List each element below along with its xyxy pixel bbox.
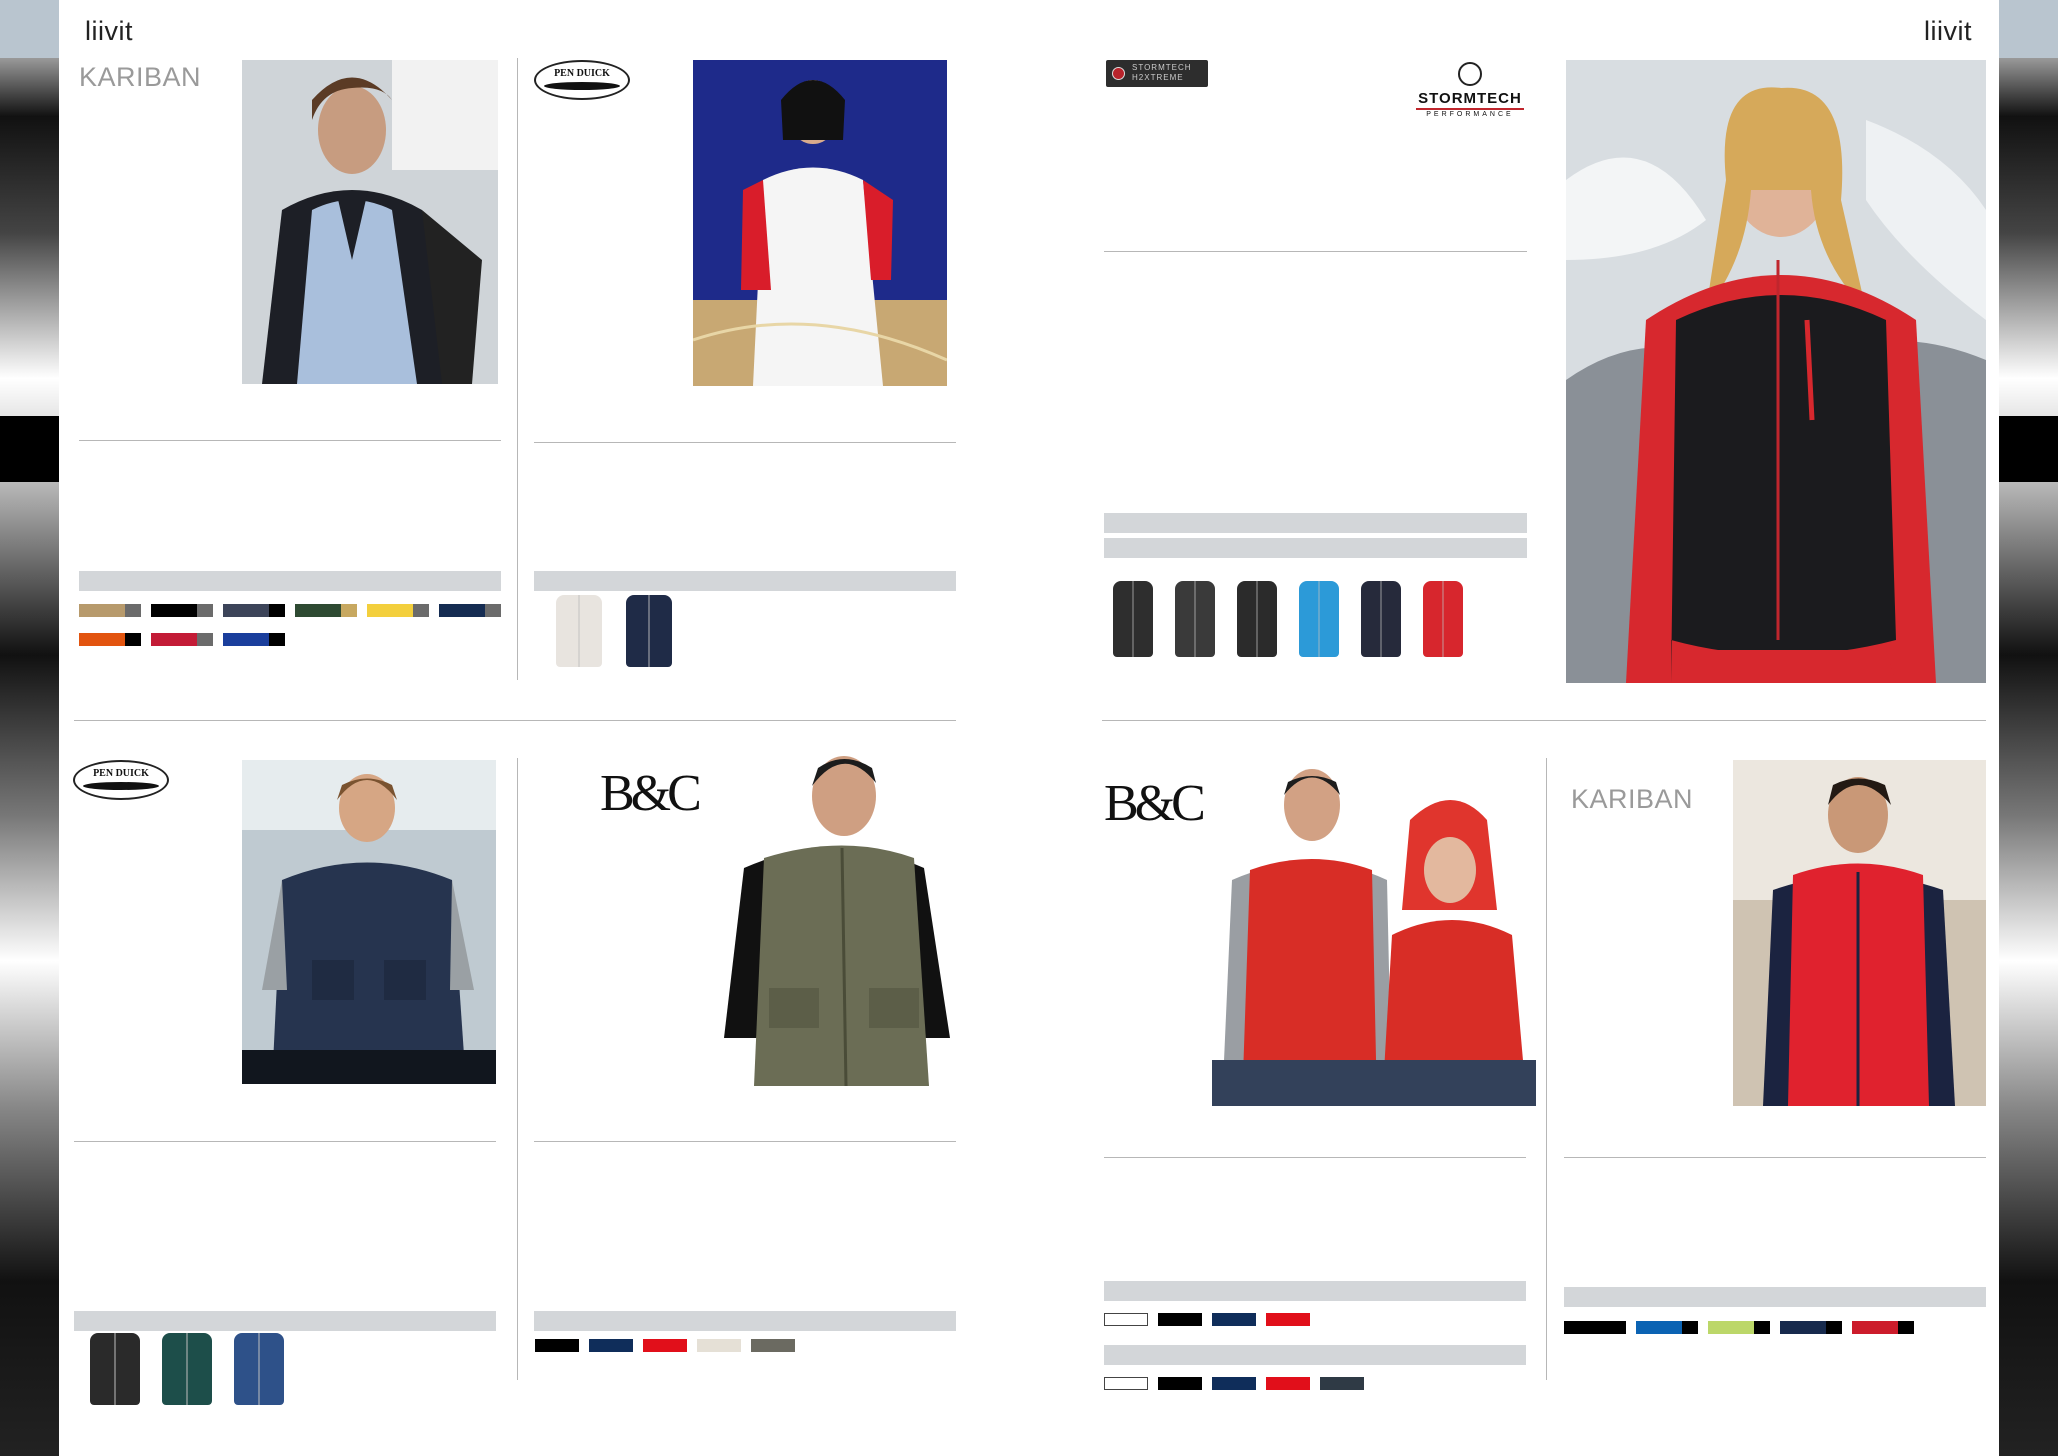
colour-swatch [79, 633, 141, 646]
left-chapter-tab [0, 0, 59, 58]
colour-swatch [367, 604, 429, 617]
stormtech-emblem-icon [1458, 62, 1482, 86]
kariban-colour-bar [79, 571, 501, 591]
left-page-edge-strip [0, 0, 59, 1456]
stormtech-colour-bar [1104, 538, 1527, 558]
colour-thumb [1423, 581, 1463, 657]
penduick2-text-divider [74, 1141, 496, 1142]
left-chapter-marker [0, 416, 59, 482]
divider-vertical-bottom-left [517, 758, 518, 1380]
pen-duick-logo: PEN DUICK [534, 60, 630, 100]
colour-swatch [1266, 1313, 1310, 1326]
divider-horizontal-left [74, 720, 956, 721]
divider-vertical-bottom-right [1546, 758, 1547, 1380]
stormtech-logo-sub: PERFORMANCE [1426, 111, 1514, 118]
kariban-vest-photo [242, 60, 498, 384]
colour-thumb [234, 1333, 284, 1405]
colour-swatch [1708, 1321, 1770, 1334]
kariban-logo-2: KARIBAN [1571, 784, 1694, 814]
stormtech-logo: STORMTECH PERFORMANCE [1416, 62, 1524, 118]
colour-swatch [151, 633, 213, 646]
stormtech-badge-icon [1112, 67, 1125, 80]
divider-horizontal-right [1102, 720, 1986, 721]
bc2-text-divider [1104, 1157, 1526, 1158]
colour-swatch [1852, 1321, 1914, 1334]
pen-duick-swoosh [544, 82, 620, 90]
penduick-text-divider [534, 442, 956, 443]
kariban-logo: KARIBAN [79, 62, 202, 92]
colour-thumb [1175, 581, 1215, 657]
colour-thumb [1361, 581, 1401, 657]
colour-swatch [1104, 1377, 1148, 1390]
colour-swatch [1158, 1313, 1202, 1326]
right-section-title: liivit [1924, 16, 1972, 46]
stormtech-size-bar [1104, 513, 1527, 533]
kariban-text-divider [79, 440, 501, 441]
pen-duick-swoosh-2 [83, 782, 159, 790]
kariban-red-puffer-photo [1733, 760, 1986, 1106]
kariban2-colour-bar [1564, 1287, 1986, 1307]
bc2-colour-bar-2 [1104, 1345, 1526, 1365]
colour-thumb [556, 595, 602, 667]
colour-swatch [697, 1339, 741, 1352]
colour-swatch [1104, 1313, 1148, 1326]
colour-swatch [589, 1339, 633, 1352]
right-chapter-marker [1999, 416, 2058, 482]
colour-swatch [1780, 1321, 1842, 1334]
bc-logo: B&C [600, 765, 702, 822]
colour-thumb [90, 1333, 140, 1405]
colour-thumb [1113, 581, 1153, 657]
left-section-title: liivit [85, 16, 133, 46]
colour-thumb [1237, 581, 1277, 657]
colour-swatch [223, 604, 285, 617]
penduick2-colour-bar [74, 1311, 496, 1331]
colour-thumb [626, 595, 672, 667]
colour-swatch [1212, 1377, 1256, 1390]
colour-swatch [1266, 1377, 1310, 1390]
colour-swatch [1320, 1377, 1364, 1390]
bc2-colour-bar-1 [1104, 1281, 1526, 1301]
stormtech-vest-photo [1566, 60, 1986, 683]
kariban2-text-divider [1564, 1157, 1986, 1158]
pen-duick-logo-2-text: PEN DUICK [93, 768, 149, 779]
right-page-edge-strip [1999, 0, 2058, 1456]
right-chapter-tab [1999, 0, 2058, 58]
penduick-navy-vest-photo [242, 760, 496, 1084]
bc-red-puffer-photo [1212, 760, 1536, 1106]
bc-colour-bar [534, 1311, 956, 1331]
colour-swatch [1158, 1377, 1202, 1390]
pen-duick-logo-text: PEN DUICK [554, 68, 610, 79]
colour-swatch [643, 1339, 687, 1352]
colour-swatch [1564, 1321, 1626, 1334]
colour-swatch [79, 604, 141, 617]
stormtech-text-divider [1104, 251, 1527, 252]
colour-swatch [223, 633, 285, 646]
divider-vertical-top-left [517, 58, 518, 680]
colour-thumb [1299, 581, 1339, 657]
penduick-white-vest-photo [693, 60, 947, 386]
colour-swatch [295, 604, 357, 617]
penduick-colour-bar [534, 571, 956, 591]
stormtech-logo-rule [1416, 108, 1524, 110]
pen-duick-logo-2: PEN DUICK [73, 760, 169, 800]
bc-text-divider [534, 1141, 956, 1142]
stormtech-badge: STORMTECH H2XTREME [1106, 60, 1208, 87]
colour-thumb [162, 1333, 212, 1405]
bc-khaki-vest-photo [714, 738, 954, 1086]
stormtech-logo-name: STORMTECH [1418, 90, 1522, 107]
colour-swatch [439, 604, 501, 617]
colour-swatch [1636, 1321, 1698, 1334]
colour-swatch [1212, 1313, 1256, 1326]
colour-swatch [751, 1339, 795, 1352]
colour-swatch [535, 1339, 579, 1352]
stormtech-badge-text: STORMTECH H2XTREME [1132, 63, 1192, 82]
colour-swatch [151, 604, 213, 617]
bc-logo-2: B&C [1104, 775, 1206, 832]
